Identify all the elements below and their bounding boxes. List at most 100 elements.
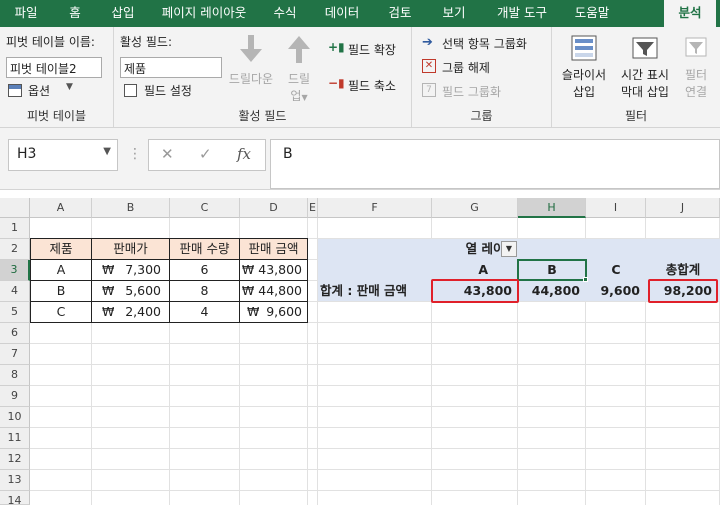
field-settings-icon bbox=[124, 84, 137, 97]
filter-connections-button[interactable]: 필터 연결 bbox=[676, 33, 716, 100]
cell-price[interactable]: ₩2,400 bbox=[91, 301, 170, 323]
insert-slicer-button[interactable]: 슬라이서 삽입 bbox=[556, 33, 612, 100]
price-value: 7,300 bbox=[125, 262, 161, 277]
timeline-label-2: 막대 삽입 bbox=[621, 85, 669, 99]
pivot-row-label[interactable]: 합계 : 판매 금액 bbox=[320, 281, 432, 301]
insert-function-icon[interactable]: fx bbox=[237, 145, 251, 163]
cell-product[interactable]: B bbox=[30, 280, 92, 302]
tab-developer[interactable]: 개발 도구 bbox=[482, 0, 562, 27]
col-header-j[interactable]: J bbox=[646, 198, 720, 218]
header-price[interactable]: 판매가 bbox=[91, 238, 170, 260]
col-header-f[interactable]: F bbox=[318, 198, 432, 218]
expand-field-button[interactable]: 필드 확장 bbox=[348, 41, 396, 58]
drill-down-button[interactable]: 드릴다운 bbox=[226, 33, 276, 87]
pivot-name-input[interactable]: 피벗 테이블2 bbox=[6, 57, 102, 78]
tab-home[interactable]: 홈 bbox=[52, 0, 98, 27]
options-dropdown-icon[interactable]: ▼ bbox=[66, 82, 73, 92]
pivot-col-header-grand-total[interactable]: 총합계 bbox=[646, 260, 720, 280]
pivot-table-group: 피벗 테이블 이름: 피벗 테이블2 옵션 ▼ 피벗 테이블 bbox=[0, 27, 114, 127]
header-amount[interactable]: 판매 금액 bbox=[239, 238, 308, 260]
field-settings-button[interactable]: 필드 설정 bbox=[144, 82, 192, 99]
col-header-a[interactable]: A bbox=[30, 198, 92, 218]
tab-analyze[interactable]: 분석 bbox=[664, 0, 716, 27]
tab-page-layout[interactable]: 페이지 레이아웃 bbox=[148, 0, 260, 27]
row-header-11[interactable]: 11 bbox=[0, 428, 30, 449]
tab-insert[interactable]: 삽입 bbox=[98, 0, 148, 27]
filter-group-label: 필터 bbox=[624, 109, 648, 123]
currency-symbol: ₩ bbox=[102, 262, 115, 277]
fill-handle[interactable] bbox=[583, 277, 588, 282]
ungroup-button[interactable]: 그룹 해제 bbox=[442, 59, 490, 76]
row-header-9[interactable]: 9 bbox=[0, 386, 30, 407]
price-value: 5,600 bbox=[125, 283, 161, 298]
options-button[interactable]: 옵션 bbox=[28, 82, 50, 99]
tab-formulas[interactable]: 수식 bbox=[260, 0, 310, 27]
cell-product[interactable]: A bbox=[30, 259, 92, 281]
cell-amount[interactable]: ₩9,600 bbox=[239, 301, 308, 323]
col-header-g[interactable]: G bbox=[432, 198, 518, 218]
timeline-icon bbox=[632, 37, 658, 59]
collapse-field-button[interactable]: 필드 축소 bbox=[348, 77, 396, 94]
gridline bbox=[30, 364, 720, 365]
gridline bbox=[30, 385, 720, 386]
cell-amount[interactable]: ₩ 43,800 bbox=[239, 259, 308, 281]
tab-view[interactable]: 보기 bbox=[426, 0, 482, 27]
pivot-value-c[interactable]: 9,600 bbox=[586, 281, 646, 301]
group-field-button[interactable]: 필드 그룹화 bbox=[442, 83, 501, 100]
drill-up-label-2: 업▼ bbox=[290, 89, 308, 103]
row-header-2[interactable]: 2 bbox=[0, 239, 30, 260]
ribbon-tab-bar: 파일 홈 삽입 페이지 레이아웃 수식 데이터 검토 보기 개발 도구 도움말 … bbox=[0, 0, 720, 27]
ungroup-icon: ✕ bbox=[422, 59, 436, 73]
col-header-e[interactable]: E bbox=[308, 198, 318, 218]
column-filter-dropdown-icon[interactable]: ▼ bbox=[501, 241, 517, 257]
group-field-icon: 7 bbox=[422, 83, 436, 97]
col-header-i[interactable]: I bbox=[586, 198, 646, 218]
expand-field-icon: +▮ bbox=[328, 40, 345, 54]
row-header-4[interactable]: 4 bbox=[0, 281, 30, 302]
tab-data[interactable]: 데이터 bbox=[310, 0, 374, 27]
cell-quantity[interactable]: 4 bbox=[169, 301, 240, 323]
formula-input[interactable]: B bbox=[270, 139, 720, 189]
enter-icon[interactable]: ✓ bbox=[199, 145, 212, 163]
row-header-6[interactable]: 6 bbox=[0, 323, 30, 344]
cell-amount[interactable]: ₩ 44,800 bbox=[239, 280, 308, 302]
row-header-10[interactable]: 10 bbox=[0, 407, 30, 428]
insert-timeline-button[interactable]: 시간 표시 막대 삽입 bbox=[614, 33, 676, 100]
select-all-corner[interactable] bbox=[0, 198, 30, 218]
header-product[interactable]: 제품 bbox=[30, 238, 92, 260]
active-field-input[interactable]: 제품 bbox=[120, 57, 222, 78]
cell-quantity[interactable]: 6 bbox=[169, 259, 240, 281]
col-header-h[interactable]: H bbox=[518, 198, 586, 218]
row-header-8[interactable]: 8 bbox=[0, 365, 30, 386]
col-header-c[interactable]: C bbox=[170, 198, 240, 218]
tab-file[interactable]: 파일 bbox=[0, 0, 52, 27]
cell-quantity[interactable]: 8 bbox=[169, 280, 240, 302]
cancel-icon[interactable]: ✕ bbox=[161, 145, 174, 163]
tab-help[interactable]: 도움말 bbox=[562, 0, 622, 27]
row-header-14[interactable]: 14 bbox=[0, 491, 30, 505]
row-header-5[interactable]: 5 bbox=[0, 302, 30, 323]
pivot-col-header-c[interactable]: C bbox=[586, 260, 646, 280]
group-selection-icon: ➔ bbox=[422, 35, 433, 50]
name-box[interactable]: H3 ▼ bbox=[8, 139, 118, 171]
slicer-label-2: 삽입 bbox=[572, 85, 596, 99]
active-field-group-label: 활성 필드 bbox=[238, 109, 287, 123]
name-box-dropdown-icon[interactable]: ▼ bbox=[103, 146, 111, 157]
row-header-13[interactable]: 13 bbox=[0, 470, 30, 491]
cell-price[interactable]: ₩5,600 bbox=[91, 280, 170, 302]
pivot-col-header-a[interactable]: A bbox=[432, 260, 518, 280]
row-header-1[interactable]: 1 bbox=[0, 218, 30, 239]
filter-group: 슬라이서 삽입 시간 표시 막대 삽입 필터 연결 필터 bbox=[552, 27, 720, 127]
row-header-12[interactable]: 12 bbox=[0, 449, 30, 470]
group-selection-button[interactable]: 선택 항목 그룹화 bbox=[442, 35, 527, 52]
row-header-3[interactable]: 3 bbox=[0, 260, 30, 281]
cell-price[interactable]: ₩7,300 bbox=[91, 259, 170, 281]
drill-up-button[interactable]: 드릴 업▼ bbox=[280, 33, 318, 104]
row-header-7[interactable]: 7 bbox=[0, 344, 30, 365]
col-header-b[interactable]: B bbox=[92, 198, 170, 218]
pivot-value-b[interactable]: 44,800 bbox=[518, 281, 586, 301]
header-quantity[interactable]: 판매 수량 bbox=[169, 238, 240, 260]
col-header-d[interactable]: D bbox=[240, 198, 308, 218]
cell-product[interactable]: C bbox=[30, 301, 92, 323]
tab-review[interactable]: 검토 bbox=[374, 0, 426, 27]
